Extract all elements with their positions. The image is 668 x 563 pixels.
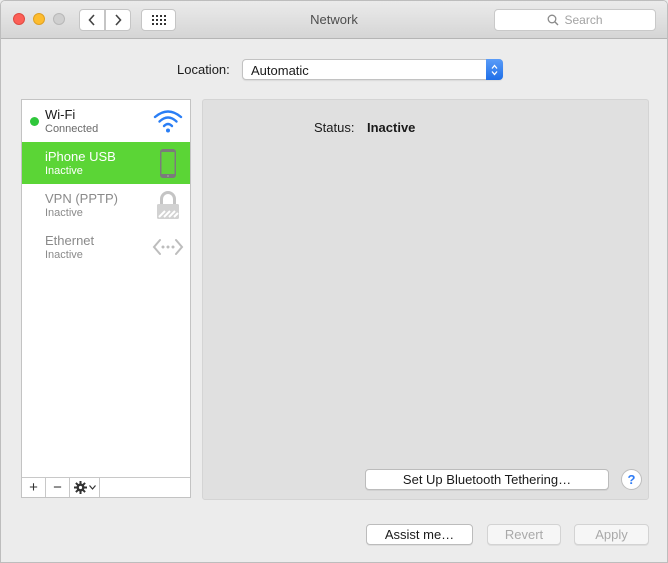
service-name: VPN (PPTP) [45, 191, 118, 206]
assist-me-button[interactable]: Assist me… [366, 524, 473, 545]
help-button[interactable]: ? [621, 469, 642, 490]
service-status: Inactive [45, 249, 83, 261]
location-popup[interactable]: Automatic [242, 59, 503, 80]
service-name: Ethernet [45, 233, 95, 248]
chevron-down-icon [88, 485, 96, 490]
service-item-vpn-pptp[interactable]: VPN (PPTP) Inactive [22, 184, 190, 226]
lock-icon [157, 191, 179, 219]
remove-service-button[interactable]: − [46, 478, 70, 497]
ethernet-icon [152, 239, 184, 255]
location-label: Location: [177, 62, 230, 77]
service-item-ethernet[interactable]: Ethernet Inactive [22, 226, 190, 268]
service-detail-pane: Status: Inactive Set Up Bluetooth Tether… [202, 99, 649, 500]
service-status: Inactive [45, 207, 83, 219]
search-placeholder: Search [564, 13, 603, 27]
service-status: Inactive [45, 165, 83, 177]
network-preferences-window: Network Search Location: Automatic Wi-Fi… [0, 0, 668, 563]
action-menu-button[interactable] [70, 478, 100, 497]
wifi-icon [153, 110, 183, 133]
service-name: Wi-Fi [45, 107, 76, 122]
service-item-wifi[interactable]: Wi-Fi Connected [22, 100, 190, 142]
network-service-list: Wi-Fi Connected iPhone USB Inactive VPN [21, 99, 191, 498]
service-status: Connected [45, 123, 99, 135]
status-value: Inactive [367, 120, 416, 135]
connected-status-dot [30, 117, 39, 126]
popup-arrows-icon [486, 59, 503, 80]
iphone-icon [160, 149, 176, 178]
apply-button[interactable]: Apply [574, 524, 649, 545]
revert-button[interactable]: Revert [487, 524, 561, 545]
service-name: iPhone USB [45, 149, 116, 164]
setup-bluetooth-tethering-button[interactable]: Set Up Bluetooth Tethering… [365, 469, 609, 490]
status-label: Status: [314, 120, 355, 135]
search-icon [548, 14, 559, 26]
gear-icon [73, 481, 87, 494]
search-field[interactable]: Search [494, 9, 656, 31]
location-value: Automatic [251, 63, 309, 78]
service-item-iphone-usb[interactable]: iPhone USB Inactive [22, 142, 190, 184]
add-service-button[interactable]: + [22, 478, 46, 497]
service-list-toolbar: + − [22, 477, 190, 497]
titlebar: Network Search [1, 1, 667, 39]
